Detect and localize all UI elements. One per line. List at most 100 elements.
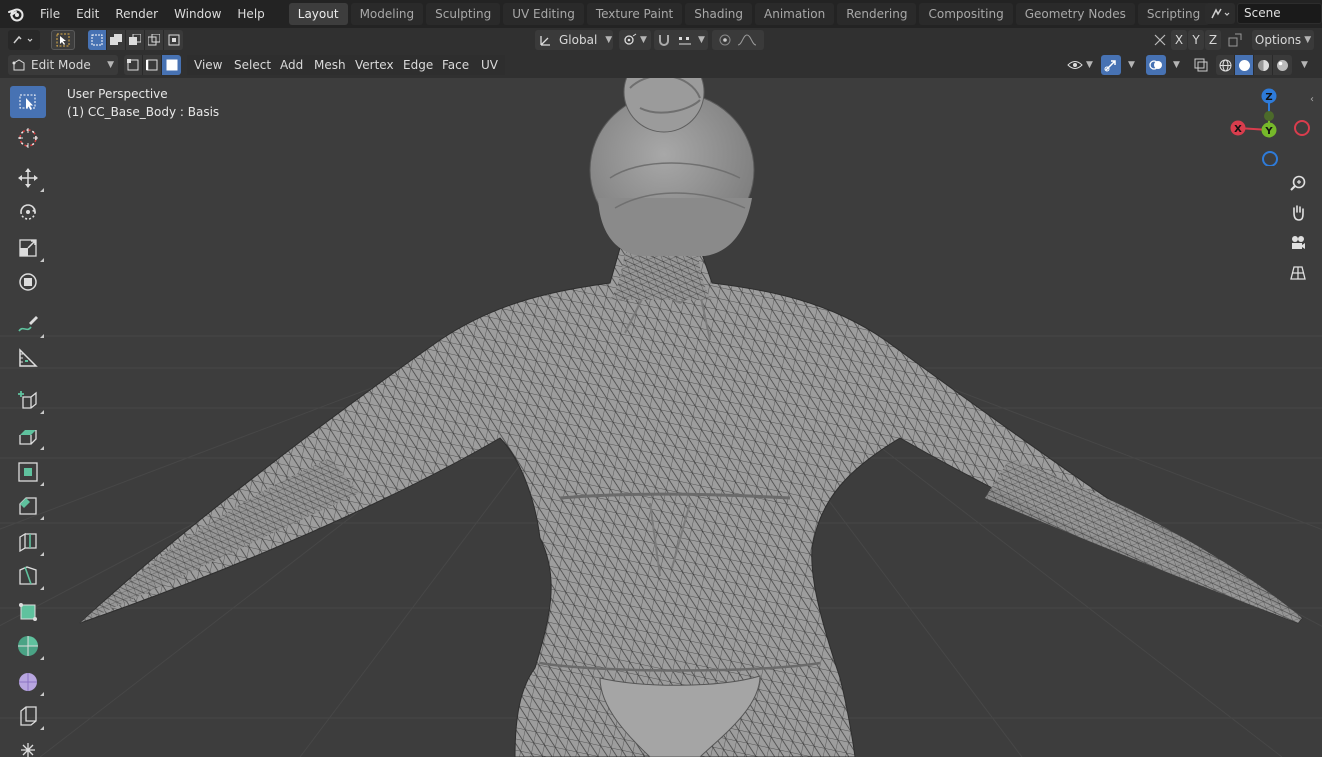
proportional-editing-icon — [719, 34, 731, 46]
mode-dropdown[interactable]: Edit Mode ▼ — [8, 55, 118, 75]
menu-select[interactable]: Select — [227, 55, 279, 75]
navigation-gizmo[interactable]: Z X Y — [1222, 86, 1312, 166]
chevron-down-icon: ▼ — [107, 60, 114, 70]
mirror-x-toggle[interactable]: X — [1171, 30, 1187, 50]
menu-add[interactable]: Add — [273, 55, 311, 75]
menu-vertex[interactable]: Vertex — [348, 55, 401, 75]
gizmo-options-dropdown[interactable]: ▼ — [1121, 55, 1139, 75]
rotate-tool[interactable] — [10, 196, 46, 228]
xray-toggle[interactable] — [1192, 55, 1210, 75]
scene-name-field[interactable]: Scene — [1237, 3, 1322, 24]
menu-view[interactable]: View — [187, 55, 230, 75]
menu-render[interactable]: Render — [107, 0, 166, 28]
add-cube-tool[interactable] — [10, 384, 46, 416]
chevron-down-icon: ▼ — [1128, 60, 1135, 70]
rendered-shading-button[interactable] — [1273, 55, 1292, 75]
snapping-group[interactable]: ▼ — [654, 30, 708, 50]
shrink-fatten-tool[interactable] — [10, 734, 46, 757]
edge-select-button[interactable] — [143, 55, 162, 75]
show-overlays-toggle[interactable] — [1146, 55, 1166, 75]
menu-uv[interactable]: UV — [474, 55, 505, 75]
tool-settings-toggle[interactable] — [8, 30, 40, 50]
select-subtract-button[interactable] — [126, 30, 145, 50]
sidebar-toggle-icon[interactable]: ‹ — [1310, 94, 1314, 105]
pivot-point-dropdown[interactable]: ▼ — [619, 30, 651, 50]
blender-logo-icon[interactable] — [0, 0, 32, 28]
transform-orientation-dropdown[interactable]: Global ▼ — [535, 30, 613, 50]
spin-tool[interactable] — [10, 630, 46, 662]
tab-sculpting[interactable]: Sculpting — [426, 3, 501, 25]
menu-window[interactable]: Window — [166, 0, 229, 28]
smooth-sphere-icon — [19, 673, 37, 691]
select-box-tool[interactable] — [10, 86, 46, 118]
knife-tool[interactable] — [10, 560, 46, 592]
wireframe-shading-button[interactable] — [1216, 55, 1235, 75]
menu-edge[interactable]: Edge — [396, 55, 441, 75]
tab-compositing[interactable]: Compositing — [919, 3, 1013, 25]
gizmo-neg-z-axis[interactable] — [1262, 151, 1278, 166]
mirror-z-toggle[interactable]: Z — [1205, 30, 1221, 50]
bevel-tool[interactable] — [10, 490, 46, 522]
measure-tool[interactable] — [10, 342, 46, 374]
vertex-select-icon — [127, 59, 139, 71]
add-cube-icon — [18, 391, 37, 409]
select-intersect-button[interactable] — [164, 30, 183, 50]
inset-tool[interactable] — [10, 456, 46, 488]
overlays-options-dropdown[interactable]: ▼ — [1166, 55, 1184, 75]
annotate-tool[interactable] — [10, 308, 46, 340]
select-invert-button[interactable] — [145, 30, 164, 50]
proportional-editing-group[interactable] — [712, 30, 764, 50]
edge-slide-tool[interactable] — [10, 700, 46, 732]
poly-build-tool[interactable] — [10, 596, 46, 628]
move-tool[interactable] — [10, 162, 46, 194]
scale-tool[interactable] — [10, 232, 46, 264]
mirror-options-icon[interactable] — [1152, 32, 1168, 48]
vertex-select-button[interactable] — [124, 55, 143, 75]
solid-shading-button[interactable] — [1235, 55, 1254, 75]
shading-options-dropdown[interactable]: ▼ — [1294, 55, 1312, 75]
select-new-button[interactable] — [88, 30, 107, 50]
visibility-dropdown[interactable]: ▼ — [1064, 55, 1096, 75]
gizmo-neg-y-axis[interactable] — [1264, 111, 1274, 121]
tab-shading[interactable]: Shading — [685, 3, 752, 25]
mirror-y-toggle[interactable]: Y — [1188, 30, 1204, 50]
menu-face[interactable]: Face — [435, 55, 477, 75]
bevel-icon — [19, 497, 37, 515]
tab-layout[interactable]: Layout — [288, 3, 348, 25]
auto-merge-icon[interactable] — [1227, 32, 1243, 48]
tab-animation[interactable]: Animation — [755, 3, 835, 25]
pan-hand-icon[interactable] — [1285, 200, 1311, 226]
active-tool-button[interactable] — [51, 30, 75, 50]
gizmo-icon — [1104, 60, 1116, 72]
gizmo-neg-x-axis[interactable] — [1294, 120, 1310, 136]
select-extend-button[interactable] — [107, 30, 126, 50]
tab-uv-editing[interactable]: UV Editing — [503, 3, 584, 25]
chevron-down-icon: ▼ — [1086, 60, 1093, 70]
knife-icon — [19, 566, 37, 585]
menu-mesh[interactable]: Mesh — [307, 55, 353, 75]
show-gizmo-toggle[interactable] — [1101, 55, 1121, 75]
scene-browse-button[interactable] — [1205, 3, 1235, 24]
tab-geometry-nodes[interactable]: Geometry Nodes — [1015, 3, 1135, 25]
face-select-button[interactable] — [162, 55, 181, 75]
smooth-tool[interactable] — [10, 666, 46, 698]
zoom-icon[interactable] — [1285, 170, 1311, 196]
material-shading-button[interactable] — [1254, 55, 1273, 75]
menu-edit[interactable]: Edit — [68, 0, 107, 28]
camera-view-icon[interactable] — [1285, 230, 1311, 256]
falloff-curve-icon — [737, 34, 757, 46]
tab-modeling[interactable]: Modeling — [350, 3, 424, 25]
tab-texture-paint[interactable]: Texture Paint — [586, 3, 683, 25]
options-dropdown[interactable]: Options ▼ — [1252, 30, 1314, 50]
loop-cut-tool[interactable] — [10, 526, 46, 558]
extrude-tool[interactable] — [10, 420, 46, 452]
solid-sphere-icon — [1238, 59, 1250, 71]
menu-help[interactable]: Help — [229, 0, 272, 28]
tab-scripting[interactable]: Scripting — [1137, 3, 1210, 25]
3d-viewport[interactable]: User Perspective (1) CC_Base_Body : Basi… — [0, 78, 1322, 757]
menu-file[interactable]: File — [32, 0, 68, 28]
perspective-toggle-icon[interactable] — [1285, 260, 1311, 286]
tab-rendering[interactable]: Rendering — [837, 3, 917, 25]
transform-tool[interactable] — [10, 266, 46, 298]
cursor-tool[interactable] — [10, 122, 46, 154]
